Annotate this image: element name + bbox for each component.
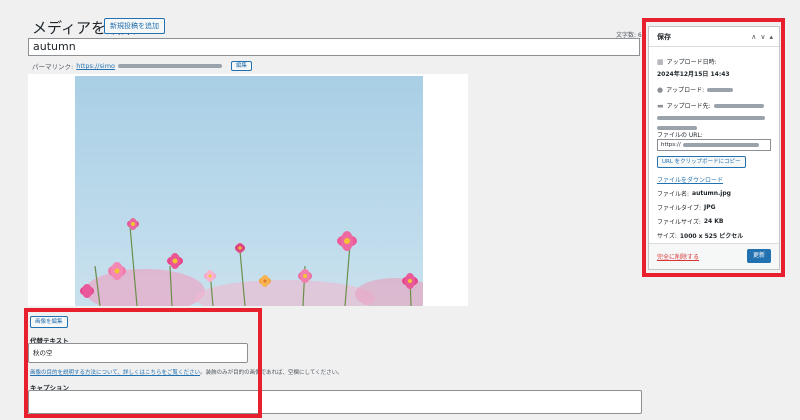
file-name-label: ファイル名: bbox=[657, 191, 690, 198]
update-button[interactable]: 更新 bbox=[746, 249, 771, 263]
alt-text-help: 画像の目的を説明する方法について、詳しくはこちらをご覧ください。装飾のみが目的の… bbox=[30, 368, 343, 376]
alt-text-help-rest: 。装飾のみが目的の画像であれば、空欄にしてください。 bbox=[200, 370, 343, 376]
permalink-label: パーマリンク: bbox=[32, 63, 74, 71]
file-size-label: ファイルサイズ: bbox=[657, 219, 701, 226]
permalink-link[interactable]: https://simo bbox=[76, 62, 115, 70]
caption-input[interactable] bbox=[28, 390, 642, 414]
file-size-value: 24 KB bbox=[703, 218, 724, 225]
add-new-post-button[interactable]: 新規投稿を追加 bbox=[104, 18, 165, 34]
permalink-redacted bbox=[118, 64, 223, 68]
permalink-row: パーマリンク: https://simo 編集 bbox=[32, 61, 253, 71]
save-box-footer: 完全に削除する 更新 bbox=[649, 243, 779, 269]
chevron-up-icon[interactable]: ∧ bbox=[751, 33, 756, 41]
upload-date-row: ▦ アップロード日時: 2024年12月15日 14:43 bbox=[657, 57, 775, 79]
cosmos-flower-photo bbox=[75, 76, 423, 306]
file-type-row: ファイルタイプ: JPG bbox=[657, 203, 716, 212]
uploaded-to-redacted bbox=[713, 103, 764, 108]
uploaded-by-label: アップロード: bbox=[666, 87, 705, 94]
file-url-value: https:// bbox=[661, 142, 681, 148]
uploaded-by-row: ● アップロード: bbox=[657, 85, 734, 94]
file-name-row: ファイル名: autumn.jpg bbox=[657, 189, 731, 198]
dimensions-label: サイズ: bbox=[657, 233, 677, 240]
alt-text-help-link[interactable]: 画像の目的を説明する方法について、詳しくはこちらをご覧ください bbox=[30, 370, 200, 376]
file-type-label: ファイルタイプ: bbox=[657, 205, 702, 212]
download-file-link[interactable]: ファイルをダウンロード bbox=[657, 175, 723, 184]
file-size-row: ファイルサイズ: 24 KB bbox=[657, 217, 724, 226]
user-icon: ● bbox=[657, 85, 664, 94]
file-url-field[interactable]: https:// bbox=[657, 139, 771, 151]
upload-date-value: 2024年12月15日 14:43 bbox=[657, 71, 730, 78]
uploaded-to-row: ▬ アップロード先: bbox=[657, 101, 775, 130]
dimensions-value: 1000 x 525 ピクセル bbox=[679, 233, 744, 240]
calendar-icon: ▦ bbox=[657, 57, 664, 66]
download-row: ファイルをダウンロード bbox=[657, 175, 723, 184]
edit-permalink-button[interactable]: 編集 bbox=[231, 61, 253, 71]
alt-text-input[interactable]: 秋の空 bbox=[28, 343, 248, 363]
folder-icon: ▬ bbox=[657, 101, 664, 110]
image-preview-area bbox=[28, 74, 468, 306]
upload-date-label: アップロード日時: bbox=[666, 59, 717, 66]
uploaded-to-redacted-2 bbox=[657, 116, 765, 120]
save-box-title: 保存 bbox=[657, 32, 671, 41]
title-input[interactable]: autumn bbox=[28, 38, 640, 56]
file-url-redacted bbox=[682, 143, 759, 147]
uploaded-by-redacted bbox=[707, 87, 734, 92]
file-type-value: JPG bbox=[704, 204, 716, 211]
file-url-label: ファイルの URL: bbox=[657, 132, 703, 139]
delete-permanently-link[interactable]: 完全に削除する bbox=[657, 252, 699, 261]
chevron-down-icon[interactable]: ∨ bbox=[760, 33, 765, 41]
file-name-value: autumn.jpg bbox=[692, 190, 731, 197]
save-box-header: 保存 ∧ ∨ ▴ bbox=[649, 27, 779, 47]
caret-up-icon[interactable]: ▴ bbox=[769, 33, 773, 41]
edit-image-button[interactable]: 画像を編集 bbox=[30, 316, 68, 328]
uploaded-to-label: アップロード先: bbox=[666, 103, 711, 110]
dimensions-row: サイズ: 1000 x 525 ピクセル bbox=[657, 231, 743, 240]
save-meta-box: 保存 ∧ ∨ ▴ ▦ アップロード日時: 2024年12月15日 14:43 ●… bbox=[648, 26, 780, 270]
copy-url-button[interactable]: URL をクリップボードにコピー bbox=[657, 156, 746, 168]
